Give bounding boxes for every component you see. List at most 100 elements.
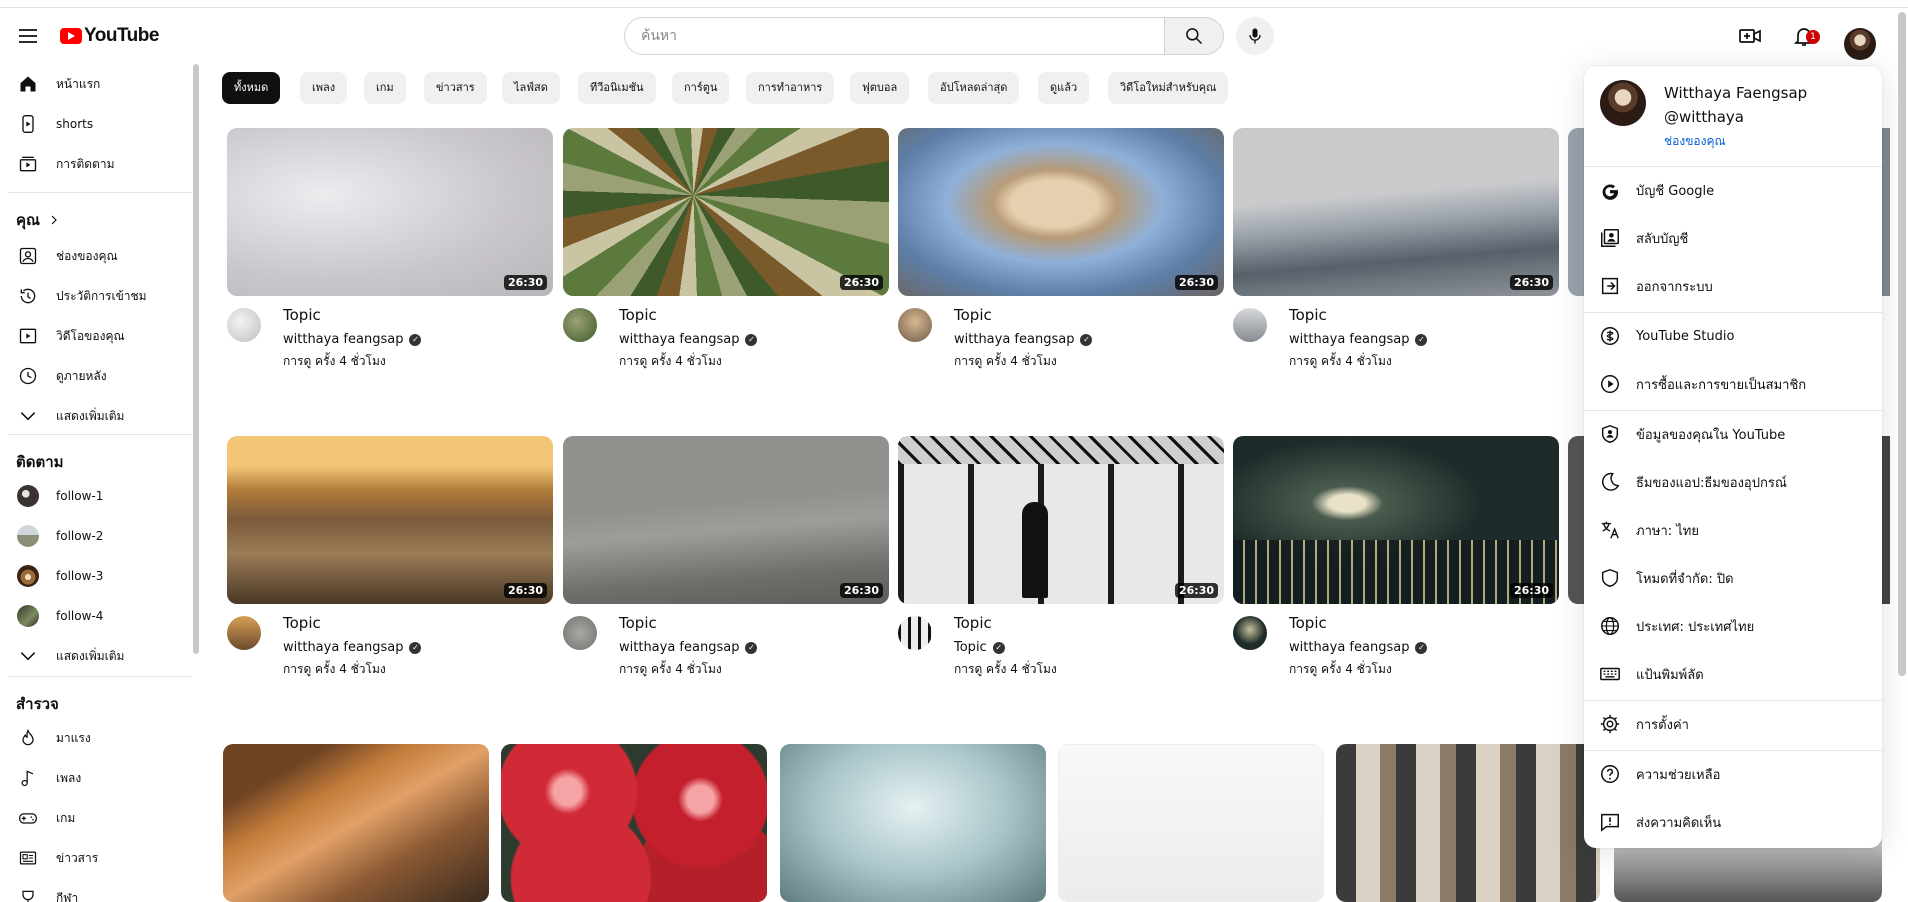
channel-avatar[interactable] [898,616,932,650]
video-title[interactable]: Topic [283,614,321,632]
search-button[interactable] [1164,17,1224,55]
sidebar-sub-follow-4[interactable]: follow-4 [12,596,188,636]
video-card[interactable]: 26:30 Topic Topic ✓ การดู ครั้ง 4 ชั่วโมง [898,436,1224,676]
sidebar-item-history[interactable]: ประวัติการเข้าชม [12,276,188,316]
chip-watched[interactable]: ดูแล้ว [1038,72,1090,104]
sidebar-scrollbar[interactable] [193,64,199,654]
sidebar-sub-follow-1[interactable]: follow-1 [12,476,188,516]
video-title[interactable]: Topic [954,306,992,324]
video-card[interactable]: 26:30 Topic witthaya feangsap ✓ การดู ครั… [563,128,889,368]
chip-cartoon[interactable]: การ์ตูน [672,72,730,104]
chip-football[interactable]: ฟุตบอล [850,72,910,104]
sidebar-item-shorts[interactable]: shorts [12,104,188,144]
video-thumbnail[interactable]: 26:30 [227,436,553,604]
video-thumbnail[interactable]: 26:30 [563,128,889,296]
sidebar-item-your-videos[interactable]: วิดีโอของคุณ [12,316,188,356]
channel-avatar[interactable] [563,616,597,650]
menu-item-switch-account[interactable]: สลับบัญชี [1584,218,1882,258]
sidebar-show-more[interactable]: แสดงเพิ่มเติม [12,396,188,436]
channel-avatar[interactable] [227,616,261,650]
menu-hamburger-icon[interactable] [16,24,40,48]
video-card[interactable]: 26:30 Topic witthaya feangsap ✓ การดู ครั… [227,436,553,676]
video-thumbnail[interactable]: 26:30 [898,436,1224,604]
channel-name[interactable]: witthaya feangsap [1289,332,1409,347]
menu-item-send-feedback[interactable]: ส่งความคิดเห็น [1584,802,1882,842]
view-your-channel-link[interactable]: ช่องของคุณ [1664,132,1726,151]
chip-anime[interactable]: ทีวีอนิเมชัน [578,72,656,104]
channel-name[interactable]: witthaya feangsap [1289,640,1409,655]
sidebar-item-watch-later[interactable]: ดูภายหลัง [12,356,188,396]
sidebar-item-subscriptions[interactable]: การติดตาม [12,144,188,184]
video-title[interactable]: Topic [619,614,657,632]
chip-recently-uploaded[interactable]: อัปโหลดล่าสุด [928,72,1020,104]
video-thumbnail[interactable]: 26:30 [898,128,1224,296]
short-thumbnail[interactable] [1336,744,1600,902]
menu-item-google-account[interactable]: บัญชี Google [1584,170,1882,210]
menu-item-your-data[interactable]: ข้อมูลของคุณใน YouTube [1584,414,1882,454]
sidebar-item-your-channel[interactable]: ช่องของคุณ [12,236,188,276]
menu-item-language[interactable]: ภาษา: ไทย [1584,510,1882,550]
channel-avatar[interactable] [563,308,597,342]
channel-name[interactable]: witthaya feangsap [619,332,739,347]
channel-avatar[interactable] [898,308,932,342]
short-thumbnail[interactable] [501,744,767,902]
sidebar-item-trending[interactable]: มาแรง [12,718,188,758]
video-title[interactable]: Topic [1289,306,1327,324]
sidebar-sub-follow-2[interactable]: follow-2 [12,516,188,556]
video-title[interactable]: Topic [1289,614,1327,632]
sidebar-sub-follow-3[interactable]: follow-3 [12,556,188,596]
menu-item-location[interactable]: ประเทศ: ประเทศไทย [1584,606,1882,646]
youtube-logo[interactable]: YouTube [60,25,159,47]
video-card[interactable]: 26:30 Topic witthaya feangsap ✓ การดู ครั… [563,436,889,676]
chip-gaming[interactable]: เกม [364,72,406,104]
channel-avatar[interactable] [1233,616,1267,650]
sidebar-subs-show-more[interactable]: แสดงเพิ่มเติม [12,636,188,676]
video-card[interactable]: 26:30 Topic witthaya feangsap ✓ การดู ครั… [898,128,1224,368]
menu-item-keyboard-shortcuts[interactable]: แป้นพิมพ์ลัด [1584,654,1882,694]
video-card[interactable]: 26:30 Topic witthaya feangsap ✓ การดู ครั… [227,128,553,368]
video-card[interactable]: 26:30 Topic witthaya feangsap ✓ การดู ครั… [1233,436,1559,676]
sidebar-item-news[interactable]: ข่าวสาร [12,838,188,878]
channel-avatar[interactable] [227,308,261,342]
video-thumbnail[interactable]: 26:30 [1233,436,1559,604]
video-thumbnail[interactable]: 26:30 [1233,128,1559,296]
channel-name[interactable]: witthaya feangsap [283,332,403,347]
menu-item-sign-out[interactable]: ออกจากระบบ [1584,266,1882,306]
short-thumbnail[interactable] [1058,744,1324,902]
menu-item-youtube-studio[interactable]: YouTube Studio [1584,316,1882,356]
chip-new-for-you[interactable]: วิดีโอใหม่สำหรับคุณ [1108,72,1229,104]
page-scrollbar[interactable] [1898,12,1906,676]
chip-live[interactable]: ไลฟ์สด [502,72,560,104]
video-thumbnail-partial-right[interactable] [1882,128,1890,296]
voice-search-button[interactable] [1236,17,1274,55]
sidebar-item-sports[interactable]: กีฬา [12,878,188,902]
channel-avatar[interactable] [1233,308,1267,342]
video-title[interactable]: Topic [954,614,992,632]
sidebar-you-heading[interactable]: คุณ [16,208,60,232]
video-title[interactable]: Topic [619,306,657,324]
video-title[interactable]: Topic [283,306,321,324]
search-input[interactable] [624,17,1164,55]
sidebar-item-home[interactable]: หน้าแรก [12,64,188,104]
menu-item-restricted-mode[interactable]: โหมดที่จำกัด: ปิด [1584,558,1882,598]
sidebar-item-gaming[interactable]: เกม [12,798,188,838]
chip-music[interactable]: เพลง [300,72,348,104]
chip-news[interactable]: ข่าวสาร [424,72,487,104]
sidebar-item-music[interactable]: เพลง [12,758,188,798]
channel-name[interactable]: Topic [954,640,987,655]
chip-cooking[interactable]: การทำอาหาร [746,72,835,104]
channel-name[interactable]: witthaya feangsap [283,640,403,655]
menu-item-help[interactable]: ความช่วยเหลือ [1584,754,1882,794]
menu-item-theme[interactable]: ธีมของแอป:ธีมของอุปกรณ์ [1584,462,1882,502]
menu-item-settings[interactable]: การตั้งค่า [1584,704,1882,744]
chip-all[interactable]: ทั้งหมด [222,72,281,104]
video-thumbnail-partial-right[interactable] [1882,436,1890,604]
video-thumbnail[interactable]: 26:30 [563,436,889,604]
channel-name[interactable]: witthaya feangsap [954,332,1074,347]
short-thumbnail[interactable] [223,744,489,902]
video-thumbnail[interactable]: 26:30 [227,128,553,296]
account-avatar[interactable] [1844,28,1876,60]
channel-name[interactable]: witthaya feangsap [619,640,739,655]
menu-item-purchases-memberships[interactable]: การซื้อและการขายเป็นสมาชิก [1584,364,1882,404]
create-video-icon[interactable] [1738,24,1762,48]
